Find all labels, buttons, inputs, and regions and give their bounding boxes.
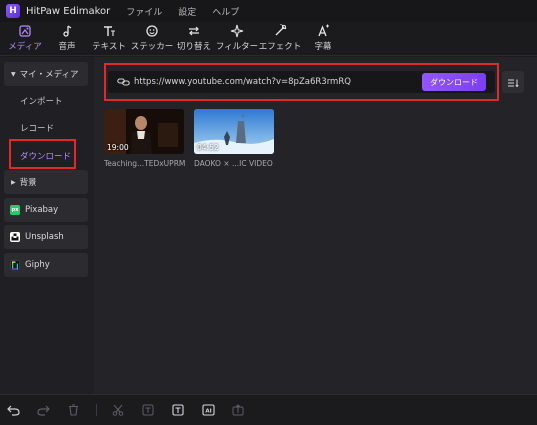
toolbar-divider: [96, 404, 97, 416]
sidebar-giphy[interactable]: Giphy: [4, 253, 88, 277]
sidebar-item-import[interactable]: インポート: [20, 95, 63, 107]
media-sidebar: ▼ マイ・メディア インポート レコード ダウンロード ▶ 背景 px Pixa…: [0, 57, 94, 394]
add-title-icon[interactable]: [171, 403, 185, 417]
tab-media[interactable]: メディア: [6, 24, 44, 54]
media-item[interactable]: 19:00 Teaching...TEDxUPRM: [104, 109, 186, 168]
sidebar-pixabay[interactable]: px Pixabay: [4, 198, 88, 222]
list-view-icon: [507, 73, 519, 92]
tab-subtitle[interactable]: 字幕: [310, 24, 336, 54]
transition-icon: [184, 24, 204, 38]
subtitle-icon: [313, 24, 333, 38]
sidebar-background[interactable]: ▶ 背景: [4, 170, 88, 194]
giphy-icon: [10, 260, 20, 270]
list-view-button[interactable]: [502, 71, 524, 93]
sidebar-my-media[interactable]: ▼ マイ・メディア: [4, 62, 88, 86]
menu-help[interactable]: ヘルプ: [212, 5, 239, 18]
caret-right-icon: ▶: [11, 178, 16, 186]
menu-settings[interactable]: 設定: [178, 5, 196, 18]
video-thumbnail[interactable]: 04:52: [194, 109, 274, 154]
media-icon: [15, 24, 35, 38]
video-caption: DAOKO × ...IC VIDEO: [194, 159, 273, 168]
bottom-toolbar: AI: [0, 394, 537, 425]
filter-icon: [227, 24, 247, 38]
app-logo-icon: H: [6, 4, 20, 18]
sidebar-item-record[interactable]: レコード: [20, 122, 54, 134]
app-title: HitPaw Edimakor: [26, 5, 111, 17]
media-content: https://www.youtube.com/watch?v=8pZa6R3r…: [94, 57, 537, 394]
media-item[interactable]: 04:52 DAOKO × ...IC VIDEO: [194, 109, 274, 168]
url-text: https://www.youtube.com/watch?v=8pZa6R3r…: [134, 77, 351, 87]
add-text-disabled-icon[interactable]: [141, 403, 155, 417]
unsplash-icon: [10, 232, 20, 242]
video-thumbnail[interactable]: 19:00: [104, 109, 184, 154]
video-caption: Teaching...TEDxUPRM: [104, 159, 186, 168]
tab-audio[interactable]: 音声: [52, 24, 82, 54]
video-duration: 19:00: [107, 143, 129, 152]
tab-effect[interactable]: エフェクト: [259, 24, 301, 54]
video-duration: 04:52: [197, 143, 219, 152]
sticker-icon: [142, 24, 162, 38]
text-icon: [99, 24, 119, 38]
sidebar-unsplash[interactable]: Unsplash: [4, 225, 88, 249]
split-icon[interactable]: [111, 403, 125, 417]
tab-text[interactable]: テキスト: [90, 24, 128, 54]
url-input[interactable]: https://www.youtube.com/watch?v=8pZa6R3r…: [108, 71, 495, 93]
sidebar-item-download[interactable]: ダウンロード: [20, 150, 71, 162]
svg-text:AI: AI: [205, 409, 211, 415]
undo-icon[interactable]: [6, 403, 20, 417]
link-icon: [116, 75, 130, 89]
tab-sticker[interactable]: ステッカー: [131, 24, 173, 54]
title-bar: H HitPaw Edimakor ファイル 設定 ヘルプ: [0, 0, 537, 22]
effect-icon: [270, 24, 290, 38]
delete-icon[interactable]: [66, 403, 80, 417]
redo-icon[interactable]: [36, 403, 50, 417]
pixabay-icon: px: [10, 205, 20, 215]
export-frame-icon[interactable]: [231, 403, 245, 417]
download-button[interactable]: ダウンロード: [422, 73, 486, 91]
tab-filter[interactable]: フィルター: [215, 24, 259, 54]
audio-icon: [57, 24, 77, 38]
menu-file[interactable]: ファイル: [126, 5, 162, 18]
caret-down-icon: ▼: [11, 70, 16, 78]
tab-transition[interactable]: 切り替え: [176, 24, 212, 54]
ai-icon[interactable]: AI: [201, 403, 215, 417]
main-toolbar: メディア 音声 テキスト ステッカー 切り替え フィルター エフェクト 字幕: [0, 22, 537, 56]
